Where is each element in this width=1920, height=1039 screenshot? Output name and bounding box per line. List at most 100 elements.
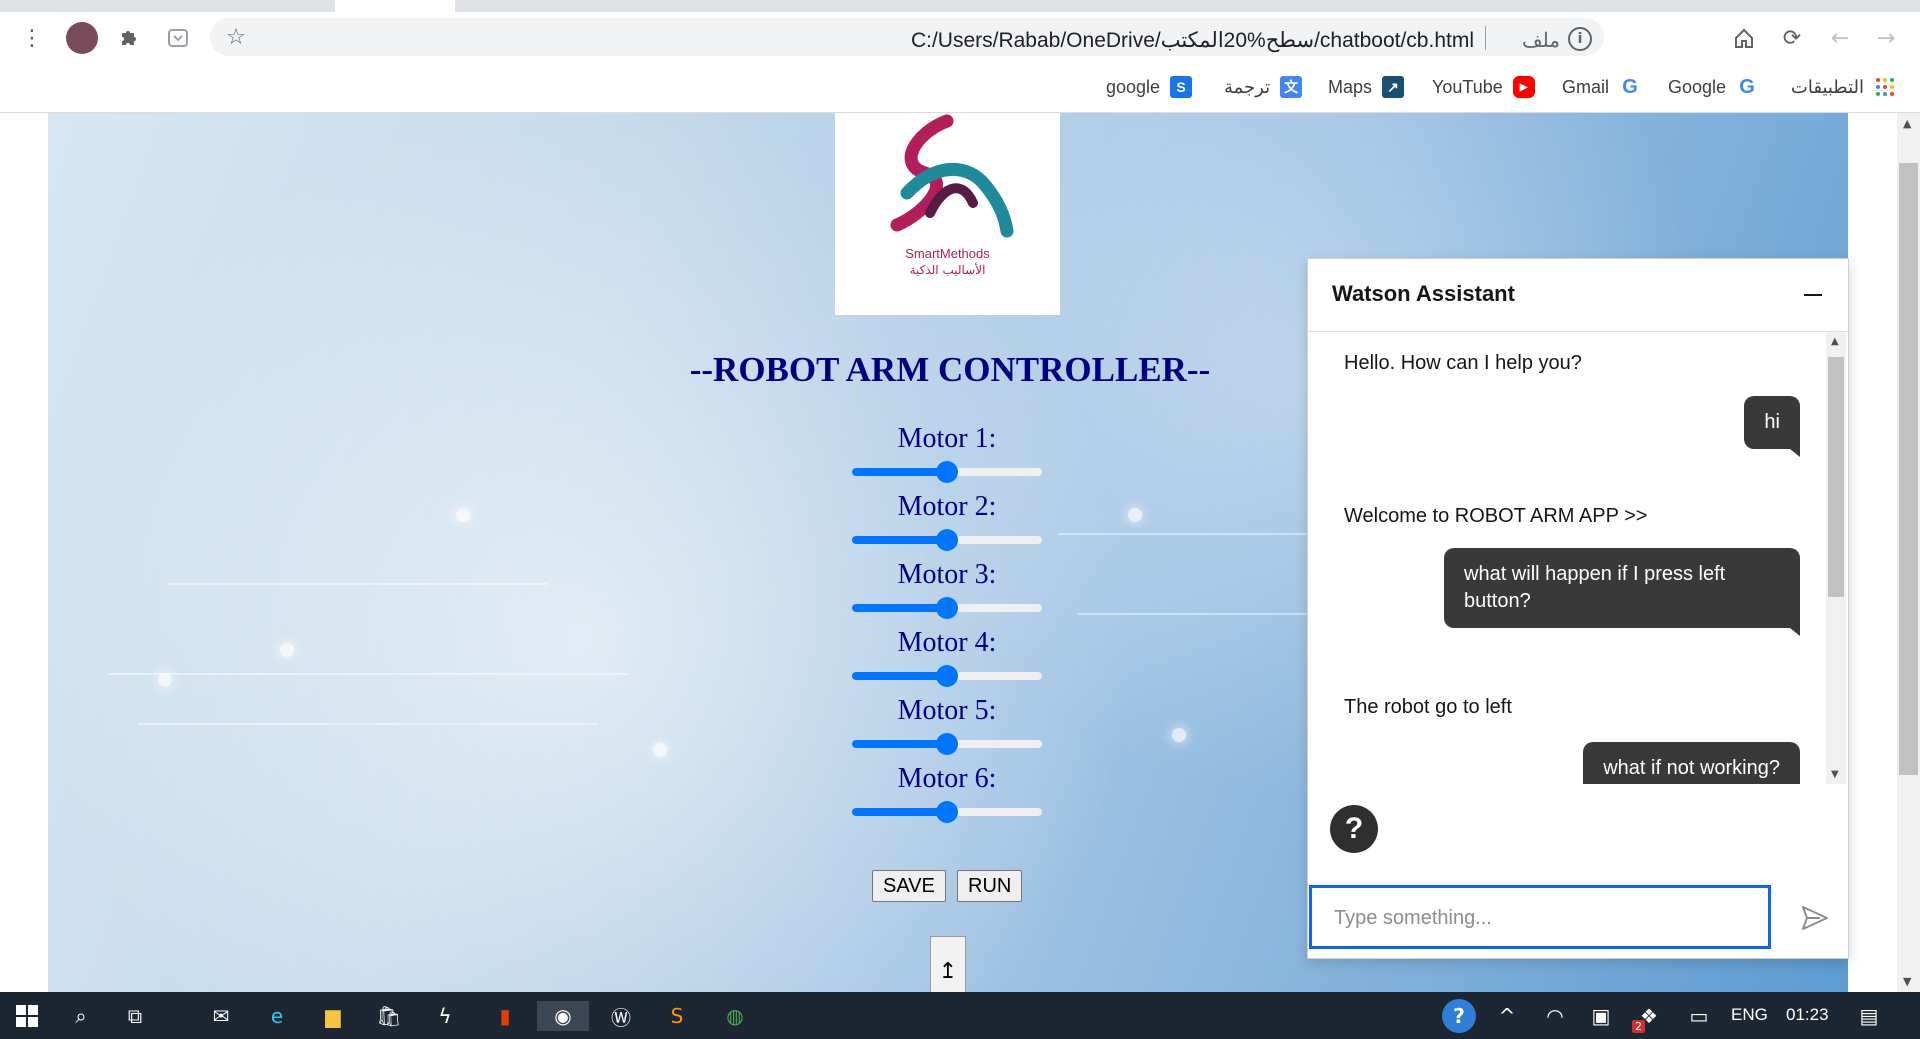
google-icon: G (1622, 75, 1638, 98)
network-icon[interactable]: ◠ (1540, 1001, 1570, 1031)
slider-thumb[interactable] (936, 665, 958, 687)
bookmark-google-s[interactable]: google S (1106, 74, 1193, 100)
watson-header: Watson Assistant (1308, 259, 1848, 332)
menu-kebab-icon[interactable]: ⋮ (18, 24, 46, 52)
page-scrollbar[interactable]: ▲ ▼ (1897, 113, 1920, 992)
bookmark-apps[interactable]: التطبيقات (1791, 74, 1896, 100)
sublime-text-icon[interactable]: S (662, 1001, 692, 1031)
slider-thumb[interactable] (936, 529, 958, 551)
chat-transcript: Hello. How can I help you? hi Welcome to… (1308, 332, 1848, 784)
active-tab[interactable] (335, 0, 455, 12)
smartmethods-logo: SmartMethods الأساليب الذكية (835, 113, 1060, 315)
lightning-app-icon[interactable]: ϟ (430, 1001, 460, 1031)
motor-slider[interactable] (852, 597, 1042, 619)
chat-scrollbar[interactable]: ▲ ▼ (1826, 332, 1846, 784)
slider-thumb[interactable] (936, 597, 958, 619)
bookmark-label: ترجمة (1224, 76, 1271, 97)
chat-input-box[interactable] (1309, 885, 1771, 949)
bookmark-google[interactable]: Google G (1668, 74, 1758, 100)
search-icon[interactable]: ⌕ (66, 1001, 96, 1031)
motor-slider[interactable] (852, 529, 1042, 551)
send-icon[interactable] (1800, 903, 1830, 933)
minimize-icon[interactable] (1804, 294, 1822, 296)
pocket-extension-icon[interactable] (164, 24, 192, 52)
google-icon: G (1739, 75, 1755, 98)
url-scheme-label: ملف (1521, 30, 1560, 52)
address-bar[interactable]: ☆ C:/Users/Rabab/OneDrive/سطح%20المكتب/c… (210, 18, 1604, 56)
motor-slider[interactable] (852, 733, 1042, 755)
slider-fill (852, 604, 947, 612)
edge-icon[interactable]: e (262, 1001, 292, 1031)
motor-label: Motor 4: (897, 627, 997, 658)
battery-icon[interactable]: ▭ (1684, 1001, 1714, 1031)
bot-message: Hello. How can I help you? (1344, 352, 1582, 374)
motor-label: Motor 1: (897, 423, 997, 454)
task-view-icon[interactable]: ⧉ (120, 1001, 150, 1031)
motor-label: Motor 5: (897, 695, 997, 726)
windows-taskbar: ⌕ ⧉ ✉ e ▆ 🛍 ϟ ▮ ◉ Ⓦ S ◍ ? ^ ◠ ▣ ❖ 2 ▭ EN… (0, 992, 1920, 1039)
slider-fill (852, 672, 947, 680)
url-separator (1485, 26, 1486, 50)
reload-icon[interactable]: ⟳ (1778, 24, 1806, 52)
chevron-up-icon[interactable]: ^ (1492, 1001, 1522, 1031)
watson-title: Watson Assistant (1332, 281, 1515, 306)
scroll-up-arrow-icon[interactable]: ▲ (1831, 336, 1839, 347)
slider-thumb[interactable] (936, 801, 958, 823)
chat-input[interactable] (1332, 903, 1756, 933)
language-indicator[interactable]: ENG (1731, 1005, 1768, 1025)
slider-thumb[interactable] (936, 461, 958, 483)
tab-strip (0, 0, 1920, 12)
store-icon[interactable]: 🛍 (374, 1001, 404, 1031)
save-button[interactable]: SAVE (872, 870, 946, 902)
scroll-down-arrow-icon[interactable]: ▼ (1831, 769, 1839, 780)
forward-arrow-icon[interactable]: → (1872, 24, 1900, 52)
mail-icon[interactable]: ✉ (206, 1001, 236, 1031)
file-explorer-icon[interactable]: ▆ (318, 1001, 348, 1031)
scroll-up-arrow-icon[interactable]: ▲ (1903, 117, 1911, 130)
chrome-icon[interactable]: ◉ (537, 1001, 589, 1031)
bookmark-label: google (1106, 76, 1161, 97)
site-info-icon[interactable]: i (1568, 27, 1592, 51)
home-icon[interactable] (1730, 24, 1758, 52)
scroll-down-arrow-icon[interactable]: ▼ (1903, 975, 1911, 988)
motor-label: Motor 3: (897, 559, 997, 590)
profile-avatar[interactable] (66, 22, 98, 54)
extensions-puzzle-icon[interactable] (115, 24, 143, 52)
motor-slider[interactable] (852, 801, 1042, 823)
help-tray-icon[interactable]: ? (1442, 999, 1476, 1033)
bookmark-youtube[interactable]: YouTube ▶ (1432, 74, 1535, 100)
motor-slider[interactable] (852, 461, 1042, 483)
slider-fill (852, 808, 947, 816)
maps-icon: ↗ (1382, 76, 1405, 98)
windows-start-icon[interactable] (12, 1001, 42, 1031)
meet-now-icon[interactable]: ▣ (1586, 1001, 1616, 1031)
logo-name-arabic: الأساليب الذكية (909, 263, 986, 277)
motor-slider[interactable] (852, 665, 1042, 687)
bookmark-label: YouTube (1432, 76, 1503, 97)
scroll-handle-tab[interactable]: ↥ (930, 936, 966, 992)
chat-scrollbar-thumb[interactable] (1828, 357, 1844, 597)
dropbox-icon[interactable]: ❖ 2 (1632, 1001, 1664, 1033)
run-button[interactable]: RUN (957, 870, 1023, 902)
app-icon[interactable]: ◍ (720, 1001, 750, 1031)
back-arrow-icon[interactable]: ← (1826, 24, 1854, 52)
youtube-icon: ▶ (1512, 76, 1535, 98)
page-scrollbar-thumb[interactable] (1899, 163, 1918, 775)
clock[interactable]: 01:23 (1786, 1005, 1829, 1025)
slider-thumb[interactable] (936, 733, 958, 755)
logo-name: SmartMethods (905, 246, 990, 261)
dropbox-badge: 2 (1632, 1020, 1645, 1033)
url-text[interactable]: C:/Users/Rabab/OneDrive/سطح%20المكتب/cha… (911, 28, 1474, 53)
help-icon[interactable]: ? (1330, 805, 1378, 853)
page-title: --ROBOT ARM CONTROLLER-- (689, 350, 1211, 389)
bookmarks-bar: التطبيقات Google G Gmail G YouTube ▶ Map… (0, 64, 1920, 113)
bookmark-label: التطبيقات (1790, 76, 1864, 97)
bookmark-maps[interactable]: Maps ↗ (1328, 74, 1405, 100)
notifications-icon[interactable]: ▤ (1854, 1001, 1884, 1031)
bookmark-star-icon[interactable]: ☆ (222, 23, 250, 51)
word-icon[interactable]: Ⓦ (606, 1001, 636, 1031)
office-icon[interactable]: ▮ (490, 1001, 520, 1031)
smartmethods-logo-mark (890, 114, 1014, 238)
bookmark-translate[interactable]: ترجمة 文 (1224, 74, 1303, 100)
bookmark-gmail[interactable]: Gmail G (1562, 74, 1641, 100)
